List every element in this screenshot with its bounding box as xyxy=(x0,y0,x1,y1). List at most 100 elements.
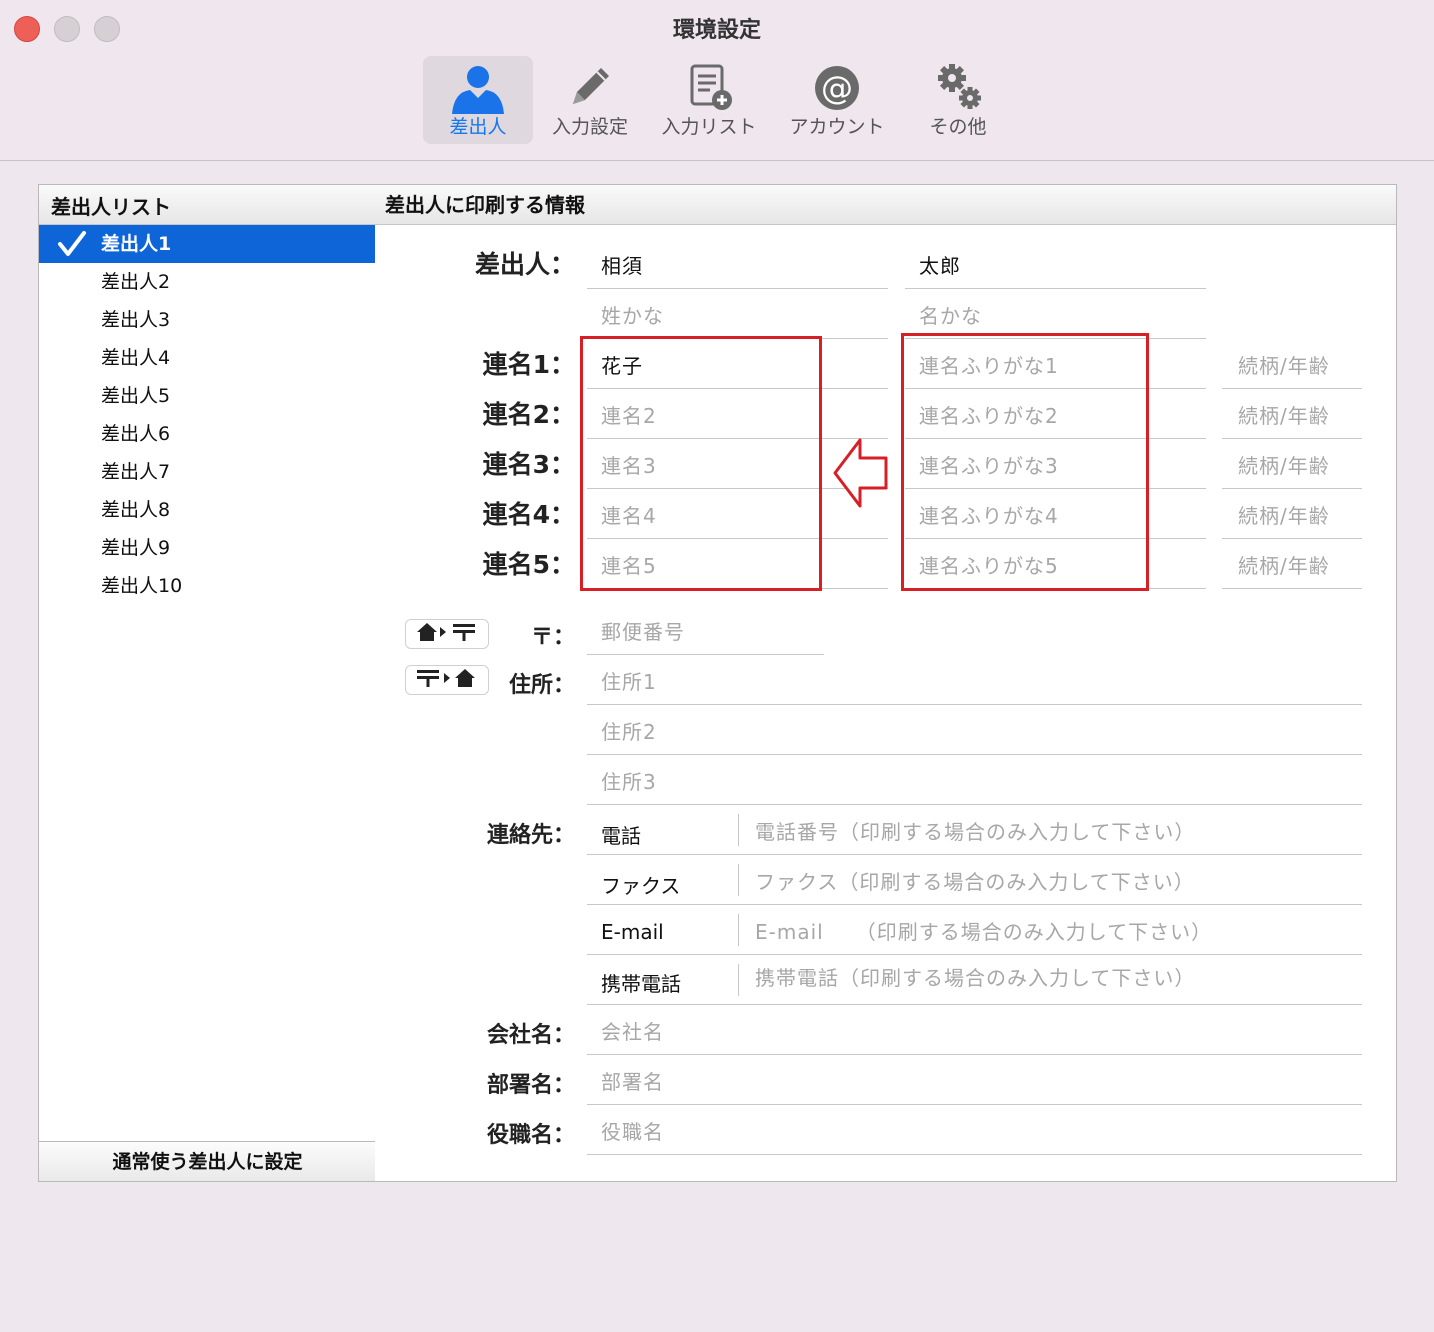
renmei-relation-field[interactable]: 続柄/年齢 xyxy=(1222,390,1362,439)
left-arrow-icon xyxy=(832,436,890,514)
email-row: E-mail E-mail （印刷する場合のみ入力して下さい） xyxy=(587,906,1362,955)
sender-list-item-label: 差出人3 xyxy=(101,309,171,331)
sender-label: 差出人： xyxy=(474,250,575,279)
address-placeholder: 住所1 xyxy=(601,670,657,694)
renmei-label: 連名1： xyxy=(482,350,575,379)
sender-list-item[interactable]: 差出人5 xyxy=(39,377,376,415)
renmei-relation-field[interactable]: 続柄/年齢 xyxy=(1222,490,1362,539)
sender-list-item-label: 差出人5 xyxy=(101,385,171,407)
sender-list-item[interactable]: 差出人7 xyxy=(39,453,376,491)
address-field-3[interactable]: 住所3 xyxy=(587,756,1362,805)
sender-list-header: 差出人リスト xyxy=(39,185,376,225)
preferences-window: 環境設定 差出人 入力設定 入力リスト @ アカウント その他 差出人リスト 差… xyxy=(0,0,1434,1332)
address-field-1[interactable]: 住所1 xyxy=(587,656,1362,705)
sender-list-item-label: 差出人7 xyxy=(101,461,171,483)
row-divider xyxy=(738,864,739,896)
sender-list-item-label: 差出人1 xyxy=(101,233,172,255)
department-field[interactable]: 部署名 xyxy=(587,1056,1362,1105)
person-icon xyxy=(423,60,533,114)
sender-list-item[interactable]: 差出人3 xyxy=(39,301,376,339)
department-placeholder: 部署名 xyxy=(601,1070,664,1094)
sender-list-item[interactable]: 差出人9 xyxy=(39,529,376,567)
sender-list-item-label: 差出人2 xyxy=(101,271,171,293)
company-label: 会社名： xyxy=(486,1023,575,1048)
tab-label: 入力設定 xyxy=(551,116,628,138)
tab-sender[interactable]: 差出人 xyxy=(423,56,533,144)
sender-list-item-label: 差出人9 xyxy=(101,537,171,559)
sender-list-item-label: 差出人4 xyxy=(101,347,171,369)
mobile-input[interactable]: 携帯電話（印刷する場合のみ入力して下さい） xyxy=(755,962,1195,991)
address-field-2[interactable]: 住所2 xyxy=(587,706,1362,755)
renmei-relation-placeholder: 続柄/年齢 xyxy=(1238,504,1330,528)
position-label: 役職名： xyxy=(486,1123,575,1148)
renmei-relation-field[interactable]: 続柄/年齢 xyxy=(1222,440,1362,489)
renmei-label: 連名2： xyxy=(482,400,575,429)
postal-to-address-button[interactable] xyxy=(405,665,489,695)
at-icon: @ xyxy=(782,60,892,114)
renmei-relation-placeholder: 続柄/年齢 xyxy=(1238,454,1330,478)
sender-list-item[interactable]: 差出人1 xyxy=(39,225,376,263)
list-add-icon xyxy=(652,60,766,114)
sender-list-item-label: 差出人8 xyxy=(101,499,171,521)
tab-other[interactable]: その他 xyxy=(912,56,1004,144)
tab-label: その他 xyxy=(929,116,987,138)
sender-list-item[interactable]: 差出人4 xyxy=(39,339,376,377)
title-bar: 環境設定 差出人 入力設定 入力リスト @ アカウント その他 xyxy=(0,0,1434,161)
last-kana-field[interactable]: 姓かな xyxy=(587,290,888,339)
email-input[interactable]: E-mail （印刷する場合のみ入力して下さい） xyxy=(755,916,1212,945)
address-placeholder: 住所3 xyxy=(601,770,657,794)
tab-label: アカウント xyxy=(789,116,885,138)
set-default-sender-button[interactable]: 通常使う差出人に設定 xyxy=(39,1141,376,1181)
house-to-postal-icon xyxy=(415,621,479,647)
sender-list-item[interactable]: 差出人6 xyxy=(39,415,376,453)
postal-to-house-icon xyxy=(415,667,479,693)
address-to-postal-button[interactable] xyxy=(405,619,489,649)
phone-row: 電話 電話番号（印刷する場合のみ入力して下さい） xyxy=(587,806,1362,855)
sender-list-item[interactable]: 差出人8 xyxy=(39,491,376,529)
email-row-label: E-mail xyxy=(601,920,664,944)
gears-icon xyxy=(912,60,1004,114)
phone-input[interactable]: 電話番号（印刷する場合のみ入力して下さい） xyxy=(755,816,1195,845)
sender-list-item[interactable]: 差出人2 xyxy=(39,263,376,301)
department-label: 部署名： xyxy=(486,1073,575,1098)
sender-list: 差出人リスト 差出人1 差出人2 差出人3 差出人4 差出人5 差出人6 差出人… xyxy=(38,184,377,1182)
sender-list-item[interactable]: 差出人10 xyxy=(39,567,376,605)
tab-input-settings[interactable]: 入力設定 xyxy=(543,56,637,144)
company-field[interactable]: 会社名 xyxy=(587,1006,1362,1055)
mobile-row-label: 携帯電話 xyxy=(601,972,681,996)
last-name-value: 相須 xyxy=(601,254,643,278)
renmei-relation-placeholder: 続柄/年齢 xyxy=(1238,354,1330,378)
first-name-value: 太郎 xyxy=(919,254,961,278)
tab-input-list[interactable]: 入力リスト xyxy=(652,56,766,144)
fax-input[interactable]: ファクス（印刷する場合のみ入力して下さい） xyxy=(755,866,1195,895)
fax-row-label: ファクス xyxy=(601,874,681,898)
contact-label: 連絡先： xyxy=(486,823,575,848)
last-name-field[interactable]: 相須 xyxy=(587,240,888,289)
postal-code-placeholder: 郵便番号 xyxy=(601,620,685,644)
renmei-relation-placeholder: 続柄/年齢 xyxy=(1238,404,1330,428)
company-placeholder: 会社名 xyxy=(601,1020,664,1044)
renmei-label: 連名5： xyxy=(482,550,575,579)
tab-account[interactable]: @ アカウント xyxy=(782,56,892,144)
mobile-row: 携帯電話 携帯電話（印刷する場合のみ入力して下さい） xyxy=(587,956,1362,1005)
renmei-label: 連名4： xyxy=(482,500,575,529)
tab-label: 差出人 xyxy=(449,116,507,138)
renmei-label: 連名3： xyxy=(482,450,575,479)
svg-text:@: @ xyxy=(821,69,853,107)
postal-code-field[interactable]: 郵便番号 xyxy=(587,606,824,655)
fax-row: ファクス ファクス（印刷する場合のみ入力して下さい） xyxy=(587,856,1362,905)
renmei-relation-field[interactable]: 続柄/年齢 xyxy=(1222,340,1362,389)
highlight-box-renmei xyxy=(580,336,822,591)
row-divider xyxy=(738,814,739,846)
sender-list-item-label: 差出人6 xyxy=(101,423,171,445)
last-kana-placeholder: 姓かな xyxy=(601,304,664,328)
window-title: 環境設定 xyxy=(672,18,761,43)
highlight-box-furigana xyxy=(901,333,1149,591)
renmei-relation-placeholder: 続柄/年齢 xyxy=(1238,554,1330,578)
renmei-relation-field[interactable]: 続柄/年齢 xyxy=(1222,540,1362,589)
row-divider xyxy=(738,964,739,996)
row-divider xyxy=(738,914,739,946)
position-field[interactable]: 役職名 xyxy=(587,1106,1362,1155)
first-kana-field[interactable]: 名かな xyxy=(905,290,1206,339)
first-name-field[interactable]: 太郎 xyxy=(905,240,1206,289)
